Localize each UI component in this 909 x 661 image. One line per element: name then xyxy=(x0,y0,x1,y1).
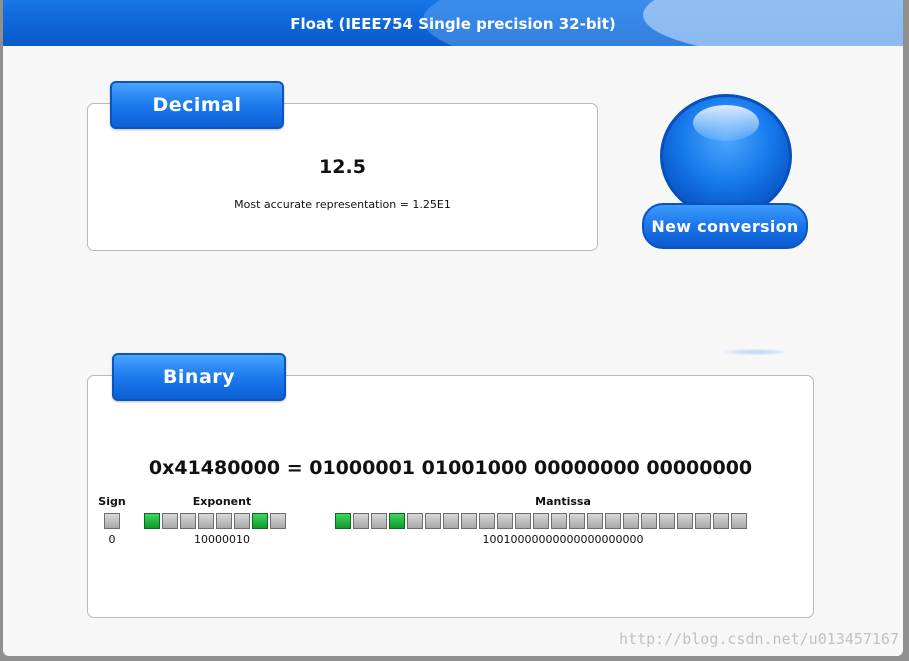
mantissa-bit-6[interactable] xyxy=(443,513,459,529)
exponent-bit-6[interactable] xyxy=(252,513,268,529)
new-conversion-button[interactable]: New conversion xyxy=(642,203,808,249)
sign-bit-0[interactable] xyxy=(104,513,120,529)
mantissa-bit-11[interactable] xyxy=(533,513,549,529)
exponent-label: Exponent xyxy=(192,495,252,508)
exponent-bit-7[interactable] xyxy=(270,513,286,529)
mantissa-bit-10[interactable] xyxy=(515,513,531,529)
mantissa-label: Mantissa xyxy=(535,495,591,508)
sign-bits xyxy=(104,513,120,529)
mantissa-bit-20[interactable] xyxy=(695,513,711,529)
title-bar: Float (IEEE754 Single precision 32-bit) xyxy=(3,0,903,46)
mantissa-bit-0[interactable] xyxy=(335,513,351,529)
mantissa-bit-17[interactable] xyxy=(641,513,657,529)
mantissa-bit-16[interactable] xyxy=(623,513,639,529)
mantissa-bit-7[interactable] xyxy=(461,513,477,529)
watermark: http://blog.csdn.net/u013457167 xyxy=(619,630,899,648)
tab-binary[interactable]: Binary xyxy=(112,353,286,401)
decimal-value: 12.5 xyxy=(319,156,366,178)
mantissa-bit-2[interactable] xyxy=(371,513,387,529)
mantissa-bit-15[interactable] xyxy=(605,513,621,529)
mantissa-bit-12[interactable] xyxy=(551,513,567,529)
exponent-bit-4[interactable] xyxy=(216,513,232,529)
mantissa-bit-13[interactable] xyxy=(569,513,585,529)
mantissa-bit-9[interactable] xyxy=(497,513,513,529)
exponent-bit-1[interactable] xyxy=(162,513,178,529)
exponent-value: 10000010 xyxy=(194,533,250,546)
mantissa-bit-3[interactable] xyxy=(389,513,405,529)
mantissa-bit-5[interactable] xyxy=(425,513,441,529)
decorative-glow xyxy=(725,349,785,355)
mantissa-bit-4[interactable] xyxy=(407,513,423,529)
exponent-bit-5[interactable] xyxy=(234,513,250,529)
exponent-bit-0[interactable] xyxy=(144,513,160,529)
exponent-bit-3[interactable] xyxy=(198,513,214,529)
mantissa-bit-19[interactable] xyxy=(677,513,693,529)
sign-value: 0 xyxy=(108,533,116,546)
sign-label: Sign xyxy=(98,495,126,508)
mantissa-bit-14[interactable] xyxy=(587,513,603,529)
mantissa-bits xyxy=(335,513,747,529)
window-title: Float (IEEE754 Single precision 32-bit) xyxy=(290,15,616,33)
tab-decimal[interactable]: Decimal xyxy=(110,81,284,129)
hex-binary-line: 0x41480000 = 01000001 01001000 00000000 … xyxy=(148,457,753,479)
mantissa-bit-18[interactable] xyxy=(659,513,675,529)
mantissa-value: 10010000000000000000000 xyxy=(482,533,644,546)
mantissa-bit-21[interactable] xyxy=(713,513,729,529)
mantissa-bit-1[interactable] xyxy=(353,513,369,529)
exponent-bits xyxy=(144,513,286,529)
accurate-representation: Most accurate representation = 1.25E1 xyxy=(234,198,451,211)
mantissa-bit-22[interactable] xyxy=(731,513,747,529)
new-conversion-orb-icon[interactable] xyxy=(660,94,792,218)
orb-shine xyxy=(693,105,759,141)
mantissa-bit-8[interactable] xyxy=(479,513,495,529)
exponent-bit-2[interactable] xyxy=(180,513,196,529)
